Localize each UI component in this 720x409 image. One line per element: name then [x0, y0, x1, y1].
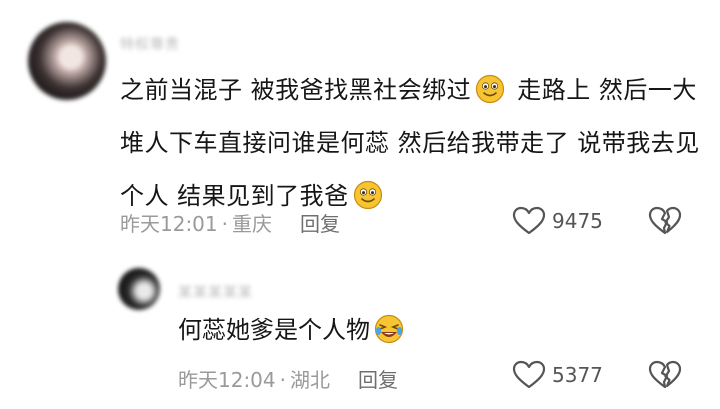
dislike-button[interactable] — [648, 206, 682, 240]
comment-text: 之前当混子 被我爸找黑社会绑过 走路上 然后一大堆人下车直接问谁是何蕊 然后给我… — [120, 64, 700, 223]
broken-heart-icon — [648, 360, 682, 389]
meta-separator: · — [279, 368, 286, 392]
reply-text: 何蕊她爹是个人物 — [178, 312, 408, 348]
reply-dislike-button[interactable] — [648, 360, 682, 394]
slight-smile-emoji — [353, 180, 382, 210]
meta-separator: · — [221, 212, 228, 236]
reply-meta: 昨天12:04 · 湖北 回复 — [178, 364, 398, 393]
like-button[interactable]: 9475 — [512, 206, 603, 236]
comment-meta: 昨天12:01 · 重庆 回复 — [120, 208, 340, 237]
reply-location: 湖北 — [290, 368, 330, 392]
reply-avatar[interactable] — [118, 268, 160, 310]
reply-time: 昨天12:04 — [178, 368, 276, 392]
reply-to-reply-button[interactable]: 回复 — [358, 368, 398, 392]
reply-like-count: 5377 — [552, 363, 603, 387]
username[interactable]: 特权尊贵 — [120, 34, 180, 54]
laugh-cry-emoji — [374, 314, 404, 344]
heart-icon — [512, 360, 546, 389]
heart-icon — [512, 206, 546, 235]
comment-location: 重庆 — [232, 212, 272, 236]
reply-username[interactable]: 某某某某某 — [178, 282, 253, 302]
comment-time: 昨天12:01 — [120, 212, 218, 236]
broken-heart-icon — [648, 206, 682, 235]
reply-button[interactable]: 回复 — [300, 212, 340, 236]
avatar[interactable] — [28, 22, 106, 100]
reply-like-button[interactable]: 5377 — [512, 360, 603, 390]
like-count: 9475 — [552, 209, 603, 233]
slight-smile-emoji — [476, 74, 505, 104]
comment-text-part1: 之前当混子 被我爸找黑社会绑过 — [120, 76, 472, 104]
reply-text-body: 何蕊她爹是个人物 — [178, 316, 370, 344]
